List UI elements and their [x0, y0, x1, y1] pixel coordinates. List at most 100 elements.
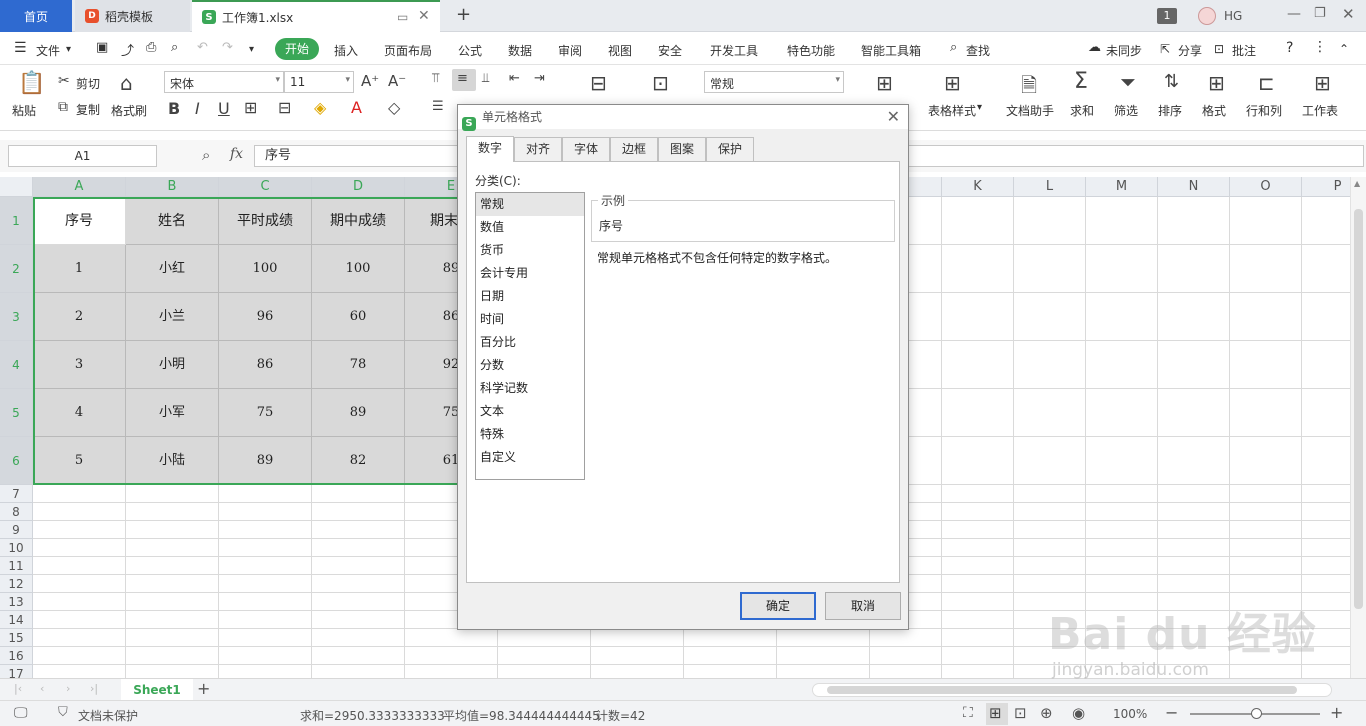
cell[interactable]: 82	[312, 437, 405, 485]
bold-icon[interactable]: B	[168, 99, 180, 118]
hamburger-icon[interactable]: ☰	[14, 40, 27, 56]
sum-button[interactable]: 求和	[1070, 102, 1094, 119]
empty-cell[interactable]	[1230, 245, 1302, 293]
empty-cell[interactable]	[942, 389, 1014, 437]
cell[interactable]: 1	[33, 245, 126, 293]
empty-cell[interactable]	[684, 647, 777, 665]
empty-cell[interactable]	[1014, 593, 1086, 611]
vertical-scrollbar[interactable]: ▲	[1350, 177, 1366, 678]
cell[interactable]: 89	[312, 389, 405, 437]
empty-cell[interactable]	[942, 665, 1014, 678]
border-icon[interactable]: ⊞	[244, 98, 257, 117]
avatar[interactable]	[1198, 7, 1216, 25]
row-header-15[interactable]: 15	[0, 629, 33, 647]
quick-access-chevron-icon[interactable]: ▾	[249, 44, 254, 55]
empty-cell[interactable]	[405, 647, 498, 665]
row-header-3[interactable]: 3	[0, 293, 33, 341]
empty-cell[interactable]	[312, 665, 405, 678]
category-list[interactable]: 常规 数值 货币 会计专用 日期 时间 百分比 分数 科学记数 文本 特殊 自定义	[475, 192, 585, 480]
empty-cell[interactable]	[33, 485, 126, 503]
empty-cell[interactable]	[1014, 539, 1086, 557]
tab-restore-icon[interactable]: ▭	[397, 10, 408, 24]
empty-cell[interactable]	[1230, 575, 1302, 593]
empty-cell[interactable]	[942, 341, 1014, 389]
help-icon[interactable]: ?	[1286, 40, 1293, 56]
file-chevron-down-icon[interactable]: ▾	[66, 44, 71, 55]
empty-cell[interactable]	[219, 521, 312, 539]
category-item[interactable]: 百分比	[476, 331, 584, 354]
row-header-10[interactable]: 10	[0, 539, 33, 557]
clear-format-icon[interactable]: ◇	[388, 98, 400, 117]
share-button[interactable]: 分享	[1178, 42, 1202, 59]
empty-cell[interactable]	[1014, 341, 1086, 389]
filter-button[interactable]: 筛选	[1114, 102, 1138, 119]
underline-icon[interactable]: U	[218, 99, 230, 118]
empty-cell[interactable]	[1158, 557, 1230, 575]
new-tab-button[interactable]: +	[456, 4, 471, 25]
empty-cell[interactable]	[1302, 575, 1350, 593]
zoom-slider-handle[interactable]	[1251, 708, 1262, 719]
undo-icon[interactable]: ↶	[197, 40, 208, 55]
empty-cell[interactable]	[942, 197, 1014, 245]
add-sheet-button[interactable]: +	[197, 679, 210, 698]
table-style-icon[interactable]: ⊞	[944, 71, 961, 95]
empty-cell[interactable]	[126, 485, 219, 503]
empty-cell[interactable]	[1302, 539, 1350, 557]
menu-features[interactable]: 特色功能	[787, 42, 835, 59]
first-sheet-icon[interactable]: |‹	[14, 682, 22, 695]
increase-font-icon[interactable]: A⁺	[361, 72, 379, 90]
empty-cell[interactable]	[1086, 341, 1158, 389]
empty-cell[interactable]	[1086, 557, 1158, 575]
empty-cell[interactable]	[1014, 245, 1086, 293]
increase-indent-icon[interactable]: ⇥	[534, 71, 545, 86]
tab-close-icon[interactable]: ✕	[418, 8, 430, 24]
font-color-icon[interactable]: A	[351, 98, 362, 117]
empty-cell[interactable]	[1230, 341, 1302, 389]
row-header-1[interactable]: 1	[0, 197, 33, 245]
format-icon[interactable]: ⊞	[1208, 71, 1225, 95]
menu-developer[interactable]: 开发工具	[710, 42, 758, 59]
column-header-p[interactable]: P	[1302, 177, 1350, 197]
align-top-icon[interactable]: ⫪	[432, 71, 439, 86]
empty-cell[interactable]	[126, 521, 219, 539]
column-header-b[interactable]: B	[126, 177, 219, 197]
number-format-select[interactable]: 常规	[704, 71, 844, 93]
empty-cell[interactable]	[870, 647, 942, 665]
category-item[interactable]: 日期	[476, 285, 584, 308]
paste-button[interactable]: 粘贴	[12, 102, 36, 119]
cell[interactable]: 小明	[126, 341, 219, 389]
column-header-d[interactable]: D	[312, 177, 405, 197]
empty-cell[interactable]	[219, 503, 312, 521]
last-sheet-icon[interactable]: ›|	[90, 682, 98, 695]
next-sheet-icon[interactable]: ›	[66, 682, 70, 695]
name-box[interactable]: A1	[8, 145, 157, 167]
empty-cell[interactable]	[942, 437, 1014, 485]
protect-status[interactable]: 文档未保护	[78, 707, 138, 724]
empty-cell[interactable]	[1302, 629, 1350, 647]
empty-cell[interactable]	[33, 647, 126, 665]
empty-cell[interactable]	[219, 557, 312, 575]
empty-cell[interactable]	[1086, 485, 1158, 503]
empty-cell[interactable]	[1158, 293, 1230, 341]
empty-cell[interactable]	[591, 665, 684, 678]
menu-search[interactable]: 查找	[966, 42, 990, 59]
zoom-level[interactable]: 100%	[1113, 707, 1147, 721]
empty-cell[interactable]	[942, 593, 1014, 611]
empty-cell[interactable]	[33, 665, 126, 678]
column-header-n[interactable]: N	[1158, 177, 1230, 197]
empty-cell[interactable]	[942, 245, 1014, 293]
empty-cell[interactable]	[498, 647, 591, 665]
sort-icon[interactable]: ⇅	[1164, 71, 1179, 92]
empty-cell[interactable]	[1230, 521, 1302, 539]
empty-cell[interactable]	[1230, 593, 1302, 611]
empty-cell[interactable]	[684, 665, 777, 678]
empty-cell[interactable]	[219, 539, 312, 557]
empty-cell[interactable]	[1302, 611, 1350, 629]
cell[interactable]: 2	[33, 293, 126, 341]
empty-cell[interactable]	[591, 647, 684, 665]
font-size-select[interactable]: 11	[284, 71, 354, 93]
empty-cell[interactable]	[498, 665, 591, 678]
cell[interactable]: 100	[219, 245, 312, 293]
row-header-14[interactable]: 14	[0, 611, 33, 629]
empty-cell[interactable]	[942, 503, 1014, 521]
